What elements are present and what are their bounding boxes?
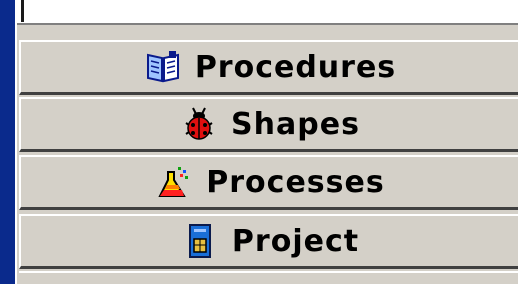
shapes-label: Shapes	[231, 106, 360, 142]
sim-card-icon	[182, 223, 218, 259]
procedures-button[interactable]: Procedures	[19, 40, 518, 95]
list-border-edge	[21, 0, 24, 22]
navigation-panel: Procedures Shapes Processes Project	[15, 0, 518, 284]
ladybug-icon	[181, 106, 217, 142]
flask-icon	[156, 164, 192, 200]
project-label: Project	[231, 223, 360, 259]
project-button[interactable]: Project	[19, 214, 518, 269]
processes-button[interactable]: Processes	[19, 155, 518, 210]
bottom-edge	[19, 271, 518, 284]
processes-label: Processes	[206, 164, 385, 200]
window-frame: Procedures Shapes Processes Project	[0, 0, 518, 284]
book-icon	[145, 49, 181, 85]
procedures-label: Procedures	[194, 49, 397, 85]
list-area[interactable]	[17, 0, 518, 25]
shapes-button[interactable]: Shapes	[19, 97, 518, 152]
